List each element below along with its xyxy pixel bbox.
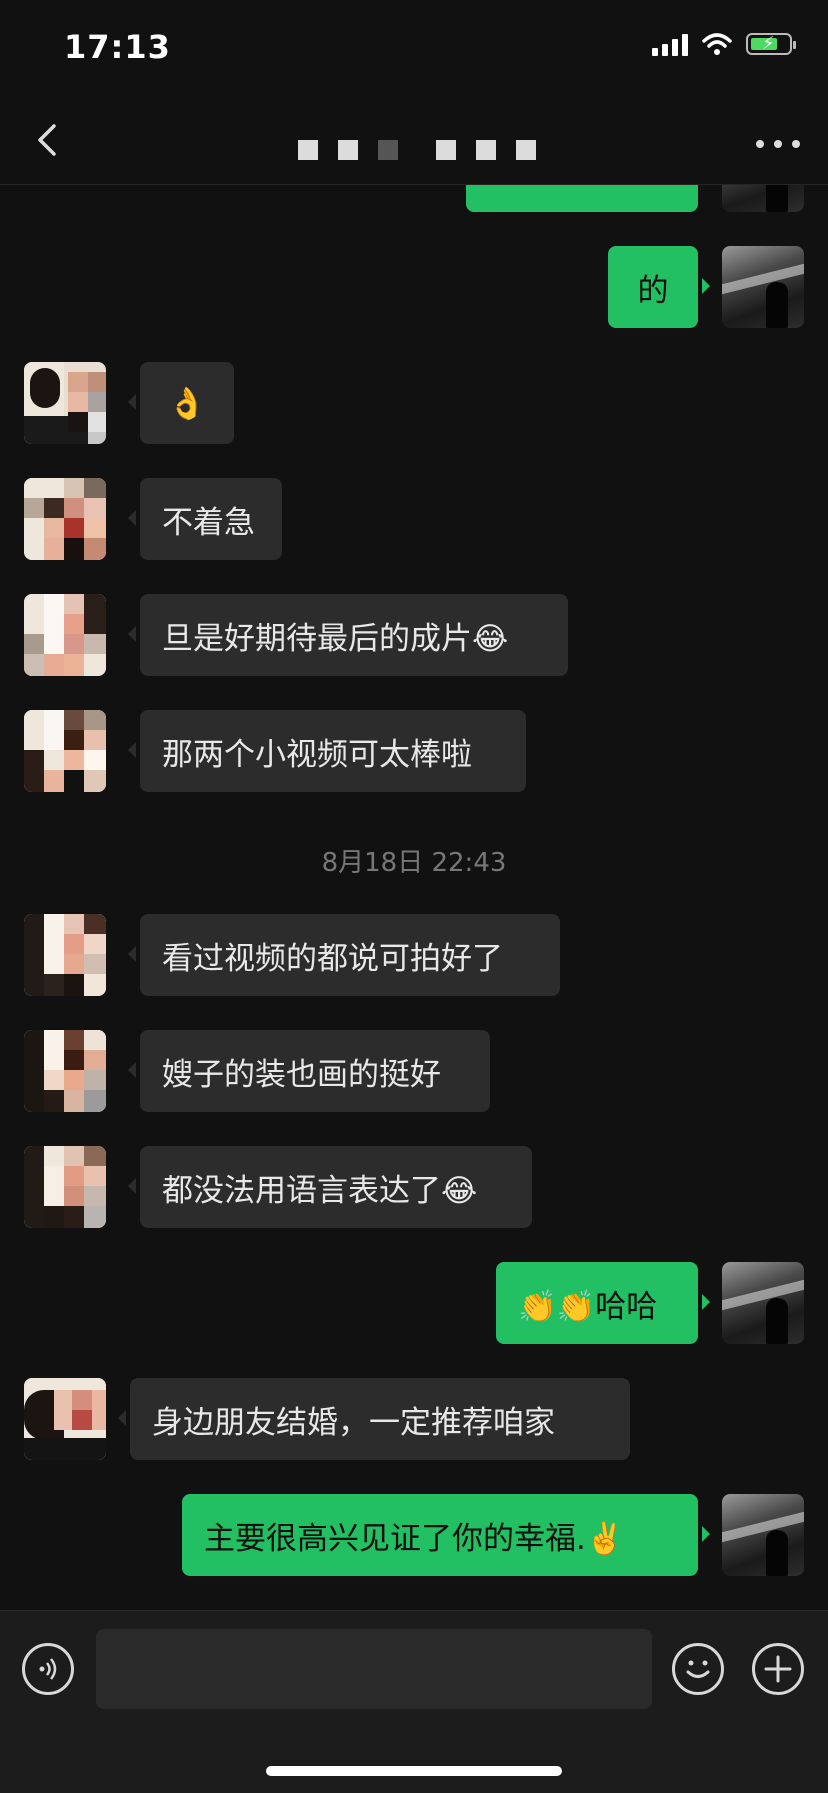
message-bubble-in[interactable]: 看过视频的都说可拍好了 xyxy=(128,914,560,996)
message-input[interactable] xyxy=(96,1629,652,1709)
contact-avatar[interactable] xyxy=(24,1146,106,1228)
status-icons: ⚡ xyxy=(652,32,796,56)
battery-icon: ⚡ xyxy=(746,33,796,55)
message-bubble-in[interactable]: 嫂子的装也画的挺好 xyxy=(128,1030,490,1112)
home-indicator[interactable] xyxy=(266,1766,562,1776)
message-bubble-in[interactable]: 身边朋友结婚，一定推荐咱家 xyxy=(118,1378,630,1460)
emoji-icon[interactable] xyxy=(672,1643,724,1695)
message-bubble-in[interactable]: 👌 xyxy=(128,362,234,444)
contact-avatar[interactable] xyxy=(24,362,106,444)
voice-icon[interactable] xyxy=(22,1643,74,1695)
timestamp: 8月18日 22:43 xyxy=(321,848,507,878)
my-avatar[interactable] xyxy=(722,1494,804,1576)
message-bubble-out[interactable]: 👏👏哈哈 xyxy=(496,1262,710,1344)
chat-title-redacted[interactable] xyxy=(298,140,556,160)
message-bubble-in[interactable]: 不着急 xyxy=(128,478,282,560)
my-avatar[interactable] xyxy=(722,246,804,328)
chevron-left-icon[interactable] xyxy=(28,118,72,162)
my-avatar[interactable] xyxy=(722,1262,804,1344)
plus-icon[interactable] xyxy=(752,1643,804,1695)
signal-icon xyxy=(652,32,688,56)
wifi-icon xyxy=(702,33,732,55)
chat-area[interactable]: 的 👌 不着急 旦是好期待最后的成片😂 那两个小视频可太棒啦 8月18日 22:… xyxy=(0,0,828,1610)
status-bar: 17:13 ⚡ xyxy=(0,0,828,100)
contact-avatar[interactable] xyxy=(24,594,106,676)
message-bubble-in[interactable]: 那两个小视频可太棒啦 xyxy=(128,710,526,792)
message-bubble-out[interactable]: 的 xyxy=(608,246,710,328)
message-bubble-out[interactable]: 主要很高兴见证了你的幸福.✌️ xyxy=(182,1494,710,1576)
status-time: 17:13 xyxy=(64,28,171,66)
more-dots-icon[interactable] xyxy=(756,124,800,164)
contact-avatar[interactable] xyxy=(24,478,106,560)
contact-avatar[interactable] xyxy=(24,914,106,996)
message-bubble-in[interactable]: 旦是好期待最后的成片😂 xyxy=(128,594,568,676)
contact-avatar[interactable] xyxy=(24,710,106,792)
message-bubble-in[interactable]: 都没法用语言表达了😂 xyxy=(128,1146,532,1228)
contact-avatar[interactable] xyxy=(24,1030,106,1112)
contact-avatar[interactable] xyxy=(24,1378,106,1460)
chat-header xyxy=(0,100,828,185)
